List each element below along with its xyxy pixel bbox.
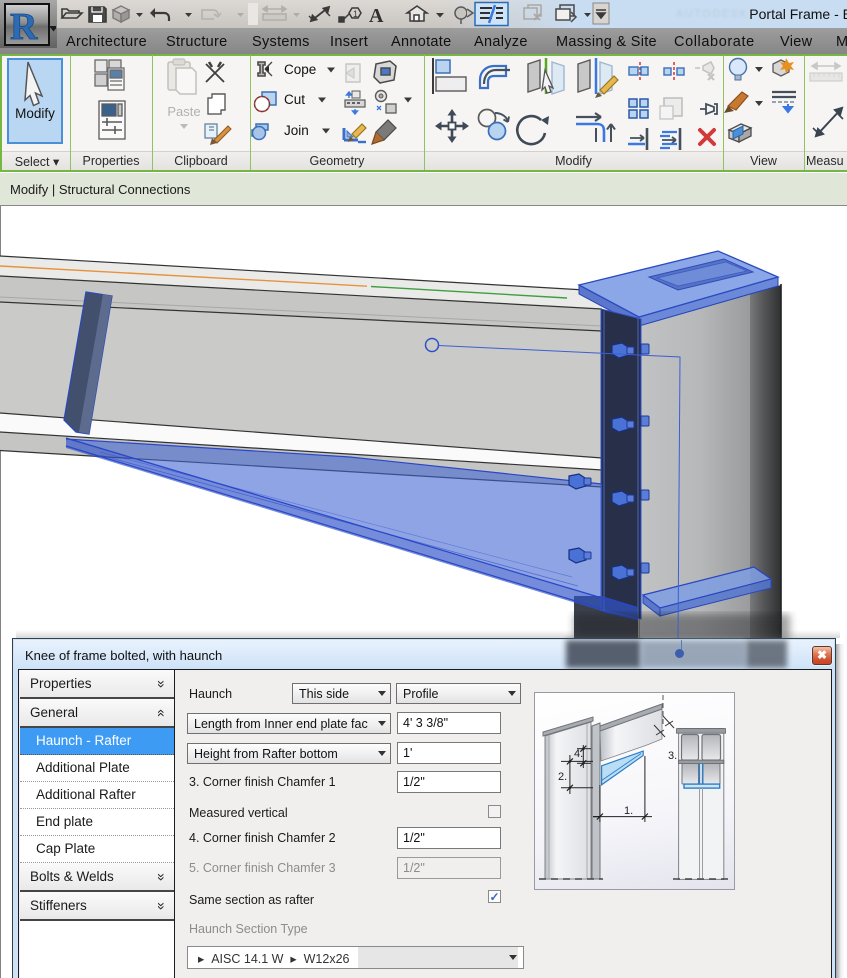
svg-text:2.: 2. xyxy=(558,771,567,783)
svg-text:1: 1 xyxy=(353,9,358,19)
svg-text:Paste: Paste xyxy=(167,104,200,119)
svg-text:Cope: Cope xyxy=(284,62,316,77)
svg-text:Modify: Modify xyxy=(15,106,55,121)
svg-text:R: R xyxy=(10,7,38,45)
svg-text:Cut: Cut xyxy=(284,92,305,107)
svg-text:1.: 1. xyxy=(624,805,633,817)
svg-text:3.: 3. xyxy=(668,750,677,762)
svg-text:Join: Join xyxy=(284,123,309,138)
svg-text:A: A xyxy=(369,5,384,27)
svg-text:4.: 4. xyxy=(574,748,583,760)
